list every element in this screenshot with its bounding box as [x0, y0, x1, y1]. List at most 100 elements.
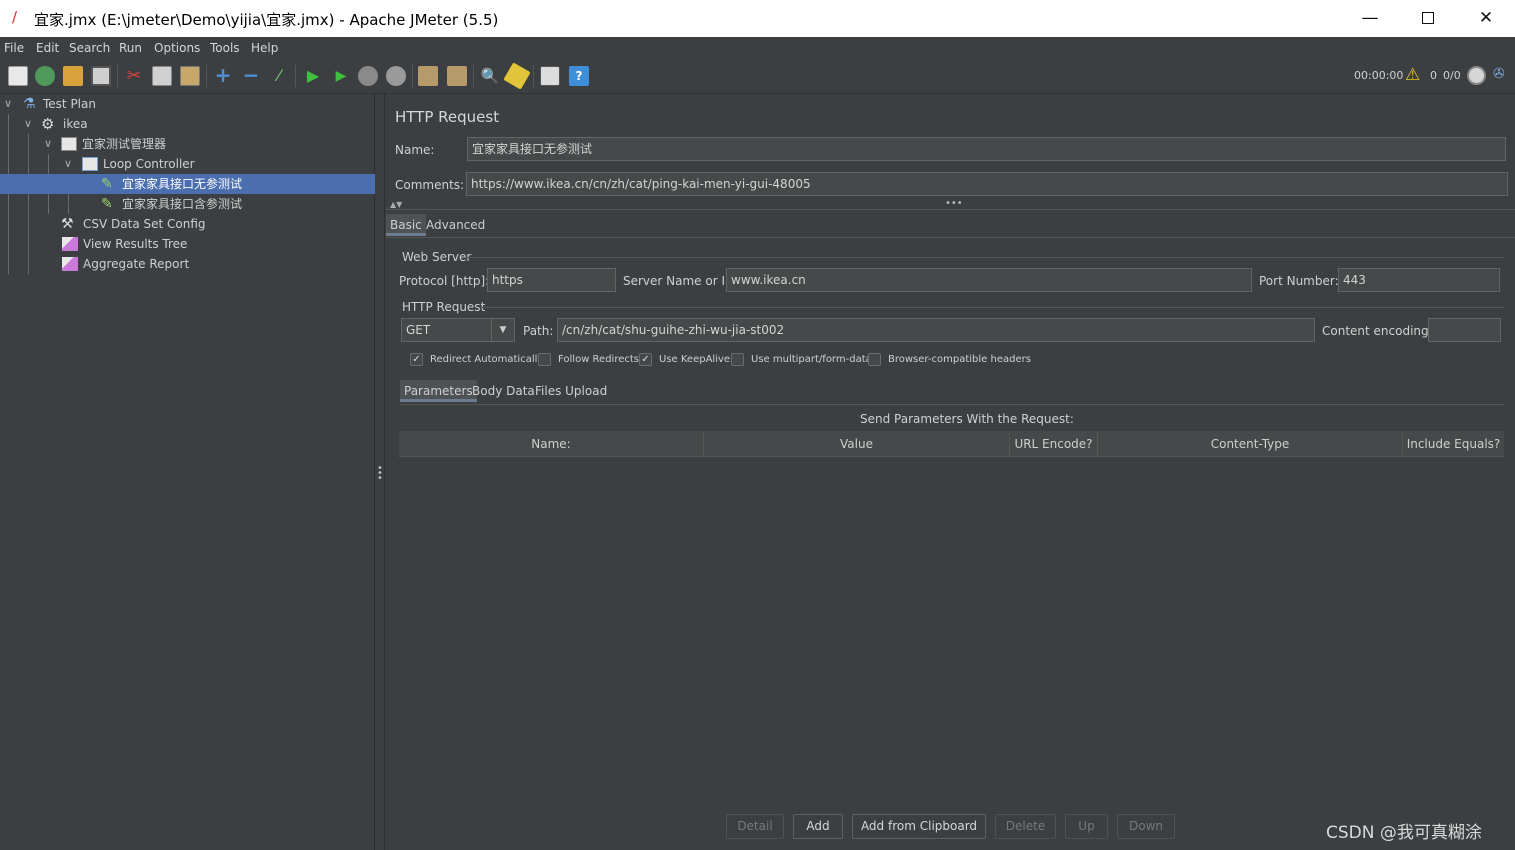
browser-headers-checkbox[interactable] [868, 353, 881, 366]
params-table-header: Name: Value URL Encode? Content-Type Inc… [399, 431, 1504, 457]
close-button[interactable]: ✕ [1457, 0, 1515, 37]
tree-item-sampler[interactable]: ✎ 宜家家具接口含参测试 [0, 194, 375, 214]
server-label: Server Name or IP: [623, 274, 737, 288]
start-icon[interactable]: ▶ [303, 66, 323, 86]
copy-icon[interactable] [152, 66, 172, 86]
paste-icon[interactable] [180, 66, 200, 86]
title-bar: ∕ 宜家.jmx (E:\jmeter\Demo\yijia\宜家.jmx) -… [0, 0, 1515, 37]
watermark: CSDN @我可真糊涂 [1326, 823, 1482, 843]
tab-basic[interactable]: Basic [386, 214, 426, 236]
error-count: 0 [1430, 69, 1437, 82]
collapse-icon[interactable]: − [241, 65, 261, 86]
tree-item-test-plan[interactable]: ∨ ⚗ Test Plan [0, 94, 375, 114]
tab-files-upload[interactable]: Files Upload [531, 380, 611, 402]
tree-item-aggregate-report[interactable]: Aggregate Report [0, 254, 375, 274]
menu-file[interactable]: File [4, 41, 24, 55]
toolbar-separator [117, 65, 118, 87]
params-table-body[interactable] [399, 457, 1504, 807]
http-sampler-pen-icon: ✎ [101, 176, 113, 192]
down-button[interactable]: Down [1117, 814, 1175, 839]
tab-parameters[interactable]: Parameters [400, 380, 477, 402]
chevron-down-icon[interactable]: ∨ [44, 134, 52, 154]
column-url-encode[interactable]: URL Encode? [1010, 431, 1098, 457]
maximize-button[interactable] [1399, 0, 1457, 37]
protocol-field[interactable]: https [487, 268, 616, 292]
server-field[interactable]: www.ikea.cn [726, 268, 1252, 292]
chevron-down-icon[interactable]: ∨ [4, 94, 12, 114]
follow-redirects-checkbox[interactable] [538, 353, 551, 366]
tree-item-csv-config[interactable]: ⚒ CSV Data Set Config [0, 214, 375, 234]
path-field[interactable]: /cn/zh/cat/shu-guihe-zhi-wu-jia-st002 [557, 318, 1315, 342]
redirect-automatically-checkbox[interactable]: ✓ [410, 353, 423, 366]
chevron-down-icon[interactable]: ∨ [24, 114, 32, 134]
column-value[interactable]: Value [704, 431, 1010, 457]
tree-item-controller[interactable]: ∨ 宜家测试管理器 [0, 134, 375, 154]
add-button[interactable]: Add [793, 814, 843, 839]
start-no-pauses-icon[interactable]: ▶ [331, 66, 351, 86]
menu-help[interactable]: Help [251, 41, 278, 55]
tree-item-loop-controller[interactable]: ∨ Loop Controller [0, 154, 375, 174]
menu-tools[interactable]: Tools [210, 41, 240, 55]
collapse-arrows-icon[interactable]: ▲▼ [390, 200, 402, 209]
cut-icon[interactable]: ✂ [124, 66, 144, 86]
toolbar-separator [412, 65, 413, 87]
protocol-label: Protocol [http]: [399, 274, 490, 288]
window-title: 宜家.jmx (E:\jmeter\Demo\yijia\宜家.jmx) - A… [34, 11, 499, 29]
redirect-automatically-label: Redirect Automatically [430, 354, 544, 365]
tree-item-label: Test Plan [43, 97, 96, 111]
chevron-down-icon[interactable]: ▼ [491, 319, 514, 341]
clear-icon[interactable] [418, 66, 438, 86]
tree-item-sampler-selected[interactable]: ✎ 宜家家具接口无参测试 [0, 174, 375, 194]
minimize-button[interactable]: — [1341, 0, 1399, 37]
reset-search-broom-icon[interactable] [503, 62, 531, 90]
function-helper-icon[interactable] [540, 66, 560, 86]
log-viewer-icon[interactable]: ✇ [1493, 66, 1505, 82]
shutdown-icon[interactable] [386, 66, 406, 86]
detail-button[interactable]: Detail [726, 814, 784, 839]
tree-item-label: 宜家家具接口无参测试 [122, 177, 243, 191]
add-from-clipboard-button[interactable]: Add from Clipboard [852, 814, 986, 839]
new-icon[interactable] [8, 66, 28, 86]
delete-button[interactable]: Delete [995, 814, 1056, 839]
open-icon[interactable] [63, 66, 83, 86]
warning-icon[interactable]: ⚠ [1405, 65, 1420, 85]
tab-advanced[interactable]: Advanced [422, 214, 489, 236]
search-binoculars-icon[interactable]: 🔍 [480, 66, 500, 86]
port-field[interactable]: 443 [1338, 268, 1500, 292]
save-icon[interactable] [91, 66, 111, 86]
tree-item-ikea[interactable]: ∨ ⚙ ikea [0, 114, 375, 134]
comments-label: Comments: [395, 178, 465, 192]
toggle-icon[interactable]: ⁄ [269, 66, 289, 86]
multipart-checkbox[interactable] [731, 353, 744, 366]
column-name[interactable]: Name: [399, 431, 704, 457]
name-field[interactable]: 宜家家具接口无参测试 [467, 137, 1506, 161]
menu-edit[interactable]: Edit [36, 41, 59, 55]
tree-item-view-results[interactable]: View Results Tree [0, 234, 375, 254]
thread-group-gear-icon: ⚙ [41, 115, 55, 133]
chevron-down-icon[interactable]: ∨ [64, 154, 72, 174]
menu-run[interactable]: Run [119, 41, 142, 55]
up-button[interactable]: Up [1065, 814, 1108, 839]
expand-icon[interactable]: + [213, 65, 233, 86]
comments-field[interactable]: https://www.ikea.cn/cn/zh/cat/ping-kai-m… [466, 172, 1508, 196]
menu-search[interactable]: Search [69, 41, 110, 55]
clear-all-icon[interactable] [447, 66, 467, 86]
use-keepalive-checkbox[interactable]: ✓ [639, 353, 652, 366]
method-select[interactable]: GET ▼ [401, 318, 515, 342]
toolbar-separator [473, 65, 474, 87]
drag-handle-icon[interactable]: • • • [377, 464, 383, 484]
toolbar-separator [206, 65, 207, 87]
help-icon[interactable]: ? [569, 66, 589, 86]
config-tools-icon: ⚒ [61, 216, 74, 232]
column-content-type[interactable]: Content-Type [1098, 431, 1403, 457]
elapsed-timer: 00:00:00 [1354, 69, 1404, 82]
column-include-equals[interactable]: Include Equals? [1403, 431, 1504, 457]
divider-handle-icon[interactable]: ••• [945, 198, 963, 209]
split-pane-divider[interactable]: • • • [375, 94, 385, 850]
tab-body-data[interactable]: Body Data [468, 380, 539, 402]
menu-options[interactable]: Options [154, 41, 200, 55]
templates-icon[interactable] [35, 66, 55, 86]
stop-icon[interactable] [358, 66, 378, 86]
listener-graph-icon [62, 237, 78, 251]
content-encoding-field[interactable] [1428, 318, 1501, 342]
